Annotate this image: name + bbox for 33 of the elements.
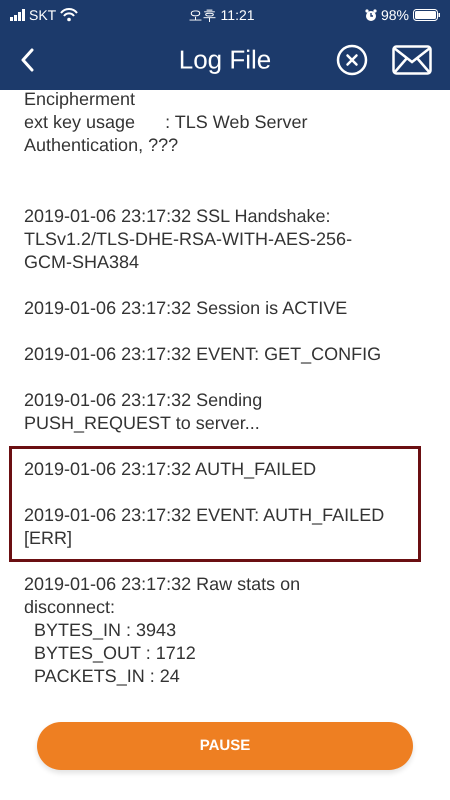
- status-time: 오후 11:21: [188, 6, 255, 24]
- log-line: 2019-01-06 23:17:32 Raw stats on: [24, 573, 302, 596]
- log-line: Authentication, ???: [24, 134, 180, 157]
- window-title: Log File: [178, 44, 272, 76]
- log-line: 2019-01-06 23:17:32 EVENT: AUTH_FAILED: [24, 504, 386, 527]
- back-button[interactable]: [20, 48, 35, 72]
- log-line: PACKETS_IN : 24: [33, 665, 181, 688]
- log-line: [ERR]: [24, 527, 74, 550]
- log-line: 2019-01-06 23:17:32 Sending: [24, 389, 264, 412]
- alarm-icon: [364, 9, 377, 21]
- log-line: BYTES_IN : 3943: [33, 619, 178, 642]
- log-line: GCM-SHA384: [24, 251, 140, 274]
- battery-percent: 98%: [380, 6, 409, 24]
- envelope-icon: [392, 45, 432, 75]
- close-button[interactable]: [336, 44, 368, 76]
- log-line: Encipherment: [24, 90, 136, 111]
- log-line: BYTES_OUT : 1712: [33, 642, 197, 665]
- log-line: 2019-01-06 23:17:32 AUTH_FAILED: [24, 458, 318, 481]
- battery-icon: [413, 9, 440, 21]
- carrier-name: SKT: [29, 6, 56, 24]
- log-line: 2019-01-06 23:17:32 SSL Handshake:: [24, 205, 332, 228]
- log-line: disconnect:: [24, 596, 116, 619]
- pause-button[interactable]: PAUSE: [37, 722, 413, 770]
- back-icon: [20, 48, 35, 72]
- mail-button[interactable]: [392, 45, 432, 75]
- wifi-icon: [60, 8, 78, 22]
- signal-icon: [10, 9, 25, 21]
- close-icon: [336, 44, 368, 76]
- log-line: TLSv1.2/TLS-DHE-RSA-WITH-AES-256-: [24, 228, 354, 251]
- log-line: 2019-01-06 23:17:32 Session is ACTIVE: [24, 297, 348, 320]
- log-line: ext key usage : TLS Web Server: [24, 111, 308, 134]
- log-line: PUSH_REQUEST to server...: [24, 412, 261, 435]
- log-line: 2019-01-06 23:17:32 EVENT: GET_CONFIG: [24, 343, 382, 366]
